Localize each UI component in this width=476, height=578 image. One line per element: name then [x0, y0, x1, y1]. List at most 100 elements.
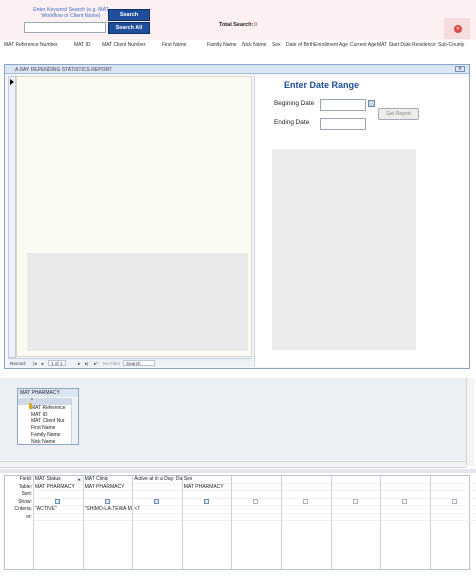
grid-column[interactable]: MAT Status ▾ MAT PHARMACY "ACTIVE"	[33, 476, 83, 569]
grid-sort-cell[interactable]	[133, 491, 182, 499]
field-list-item[interactable]: Family Name	[18, 432, 72, 439]
grid-sort-cell[interactable]	[381, 491, 430, 499]
search-all-button[interactable]: Search All	[108, 22, 150, 34]
grid-sort-cell[interactable]	[83, 491, 133, 499]
grid-table-cell[interactable]	[430, 484, 476, 491]
show-checkbox[interactable]	[104, 498, 110, 504]
begin-date-field[interactable]	[320, 99, 366, 111]
end-date-field[interactable]	[320, 118, 366, 130]
grid-sort-cell[interactable]	[282, 491, 331, 499]
show-checkbox[interactable]	[451, 498, 457, 504]
grid-field-cell[interactable]	[331, 476, 381, 484]
show-checkbox[interactable]	[402, 498, 408, 504]
grid-criteria-cell[interactable]	[182, 506, 232, 514]
grid-table-cell[interactable]	[381, 484, 430, 491]
grid-table-cell[interactable]: MAT PHARMACY	[34, 484, 83, 491]
field-list-item[interactable]: MAT Reference	[18, 405, 72, 412]
grid-show-cell[interactable]	[430, 498, 476, 506]
grid-column[interactable]	[330, 476, 381, 569]
calendar-icon[interactable]	[368, 100, 375, 107]
field-list-scrollbar[interactable]	[71, 398, 78, 444]
field-dropdown-icon[interactable]: ▾	[76, 477, 82, 482]
grid-column[interactable]: Active at in a Day: Dat <7	[132, 476, 182, 569]
grid-show-cell[interactable]	[381, 498, 430, 506]
first-record-icon[interactable]: |◂	[33, 361, 37, 367]
field-list-item[interactable]: MAT ID	[18, 412, 72, 419]
grid-or-cell[interactable]	[430, 514, 476, 521]
grid-show-cell[interactable]	[34, 498, 83, 506]
grid-column[interactable]	[281, 476, 331, 569]
grid-criteria-cell[interactable]: "ACTIVE"	[34, 506, 83, 514]
show-checkbox[interactable]	[55, 498, 60, 504]
grid-or-cell[interactable]	[133, 514, 182, 521]
grid-sort-cell[interactable]	[34, 491, 83, 499]
grid-criteria-cell[interactable]	[331, 506, 381, 514]
new-record-icon[interactable]: ▸*	[94, 361, 98, 367]
grid-column[interactable]: MAT Clinic MAT PHARMACY "SHIMO-LA-TEWA MA	[82, 476, 133, 569]
grid-field-cell[interactable]: MAT Clinic	[83, 476, 133, 484]
grid-show-cell[interactable]	[133, 498, 182, 506]
grid-or-cell[interactable]	[282, 514, 331, 521]
nav-search-box[interactable]: Search	[123, 360, 155, 366]
grid-table-cell[interactable]	[331, 484, 381, 491]
grid-table-cell[interactable]: MAT PHARMACY	[182, 484, 232, 491]
grid-sort-cell[interactable]	[430, 491, 476, 499]
field-list-item[interactable]: First Name	[18, 425, 72, 432]
field-list-item[interactable]: Nick Name	[18, 439, 72, 446]
grid-table-cell[interactable]: MAT PHARMACY	[83, 484, 133, 491]
show-checkbox[interactable]	[203, 498, 209, 504]
record-position[interactable]: 1 of 1	[48, 360, 66, 366]
field-list-item[interactable]: MAT Client Nur	[18, 418, 72, 425]
vertical-scrollbar[interactable]	[466, 378, 474, 466]
grid-field-cell[interactable]	[282, 476, 331, 484]
grid-show-cell[interactable]	[331, 498, 381, 506]
grid-criteria-cell[interactable]	[282, 506, 331, 514]
grid-or-cell[interactable]	[381, 514, 430, 521]
grid-column[interactable]: Sex MAT PHARMACY	[181, 476, 232, 569]
get-report-button[interactable]: Get Report	[378, 108, 419, 120]
grid-field-cell[interactable]	[381, 476, 430, 484]
show-checkbox[interactable]	[154, 498, 160, 504]
search-button[interactable]: Search	[108, 9, 150, 21]
grid-sort-cell[interactable]	[182, 491, 232, 499]
grid-show-cell[interactable]	[182, 498, 232, 506]
grid-column[interactable]	[380, 476, 430, 569]
show-checkbox[interactable]	[253, 498, 259, 504]
grid-criteria-cell[interactable]	[381, 506, 430, 514]
prev-record-icon[interactable]: ◂	[41, 361, 43, 367]
grid-field-cell[interactable]: Active at in a Day: Dat	[133, 476, 182, 484]
grid-field-cell[interactable]: Sex	[182, 476, 232, 484]
grid-field-cell[interactable]	[430, 476, 476, 484]
grid-show-cell[interactable]	[282, 498, 331, 506]
grid-field-cell[interactable]: MAT Status ▾	[34, 476, 83, 484]
grid-sort-cell[interactable]	[331, 491, 381, 499]
show-checkbox[interactable]	[303, 498, 308, 504]
grid-show-cell[interactable]	[232, 498, 281, 506]
horizontal-scrollbar[interactable]	[0, 461, 466, 468]
report-close-icon[interactable]: ✕	[455, 66, 465, 72]
table-field-list[interactable]: MAT PHARMACY * MAT Reference MAT ID MAT …	[17, 388, 79, 445]
show-checkbox[interactable]	[352, 498, 358, 504]
search-input[interactable]	[24, 22, 106, 33]
grid-column[interactable]	[231, 476, 281, 569]
grid-show-cell[interactable]	[83, 498, 133, 506]
grid-table-cell[interactable]	[232, 484, 281, 491]
grid-criteria-cell[interactable]	[232, 506, 281, 514]
next-record-icon[interactable]: ▸	[78, 361, 80, 367]
grid-field-cell[interactable]	[232, 476, 281, 484]
pane-splitter[interactable]	[0, 469, 476, 473]
grid-or-cell[interactable]	[83, 514, 133, 521]
field-list-item[interactable]: *	[18, 398, 72, 405]
grid-criteria-cell[interactable]: <7	[133, 506, 182, 514]
grid-criteria-cell[interactable]	[430, 506, 476, 514]
filter-status[interactable]: No Filter	[103, 361, 120, 366]
grid-or-cell[interactable]	[182, 514, 232, 521]
last-record-icon[interactable]: ▸|	[85, 361, 89, 367]
grid-column[interactable]	[429, 476, 476, 569]
table-field-list-title[interactable]: MAT PHARMACY	[18, 389, 78, 397]
grid-table-cell[interactable]	[282, 484, 331, 491]
grid-sort-cell[interactable]	[232, 491, 281, 499]
grid-or-cell[interactable]	[331, 514, 381, 521]
record-selector[interactable]	[8, 76, 16, 358]
grid-table-cell[interactable]	[133, 484, 182, 491]
